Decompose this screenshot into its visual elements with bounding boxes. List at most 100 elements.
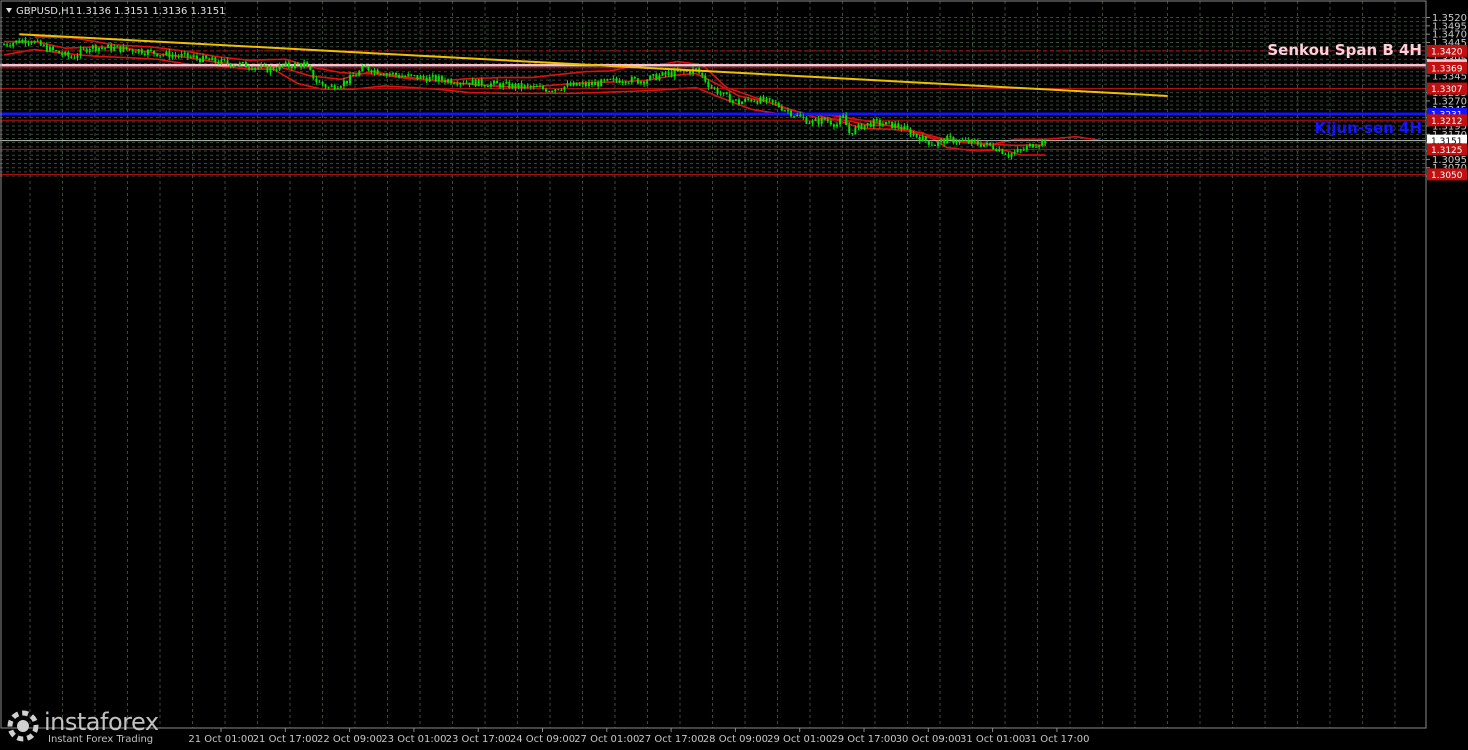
candle-body (894, 123, 897, 129)
candle-body (349, 75, 352, 84)
candle-body (434, 75, 437, 81)
candle-body (888, 121, 891, 123)
ohlc-readout: 1.3136 1.3151 1.3136 1.3151 (76, 6, 226, 17)
candle-body (300, 63, 303, 68)
candle-body (937, 141, 940, 146)
candle-body (385, 73, 388, 76)
time-tick-label: 27 Oct 17:00 (638, 734, 703, 745)
candle-body (450, 79, 453, 84)
time-tick-label: 23 Oct 17:00 (446, 734, 511, 745)
candle-body (214, 57, 217, 63)
candle-body (21, 40, 24, 44)
time-tick-label: 21 Oct 17:00 (253, 734, 318, 745)
time-tick-label: 31 Oct 01:00 (960, 734, 1025, 745)
candle-body (489, 83, 492, 87)
candle-body (321, 81, 324, 85)
candle-body (943, 139, 946, 144)
candle-body (238, 62, 241, 66)
candle-body (826, 119, 829, 122)
candle-body (502, 83, 505, 88)
candle-body (771, 99, 774, 103)
candle-body (437, 76, 440, 81)
candle-body (205, 55, 208, 59)
candle-body (930, 144, 933, 146)
candle-body (860, 124, 863, 130)
candle-body (765, 98, 768, 102)
candle-body (342, 80, 345, 87)
candle-body (591, 82, 593, 85)
candle-body (924, 136, 927, 141)
candle-body (750, 99, 753, 102)
candle-body (728, 94, 731, 103)
candle-body (401, 76, 404, 78)
candle-body (851, 132, 854, 135)
candle-body (523, 85, 526, 89)
candle-body (156, 53, 159, 57)
candle-body (587, 82, 590, 86)
candle-body (58, 50, 61, 54)
candle-body (557, 89, 560, 91)
candle-body (545, 88, 548, 92)
candle-body (845, 115, 848, 126)
candle-body (747, 98, 750, 100)
candle-body (701, 72, 704, 76)
candle-body (211, 57, 214, 61)
candle-body (150, 49, 152, 51)
candle-body (581, 82, 584, 85)
candle-body (958, 140, 961, 143)
candle-body (183, 52, 186, 54)
candle-body (36, 40, 39, 42)
candle-body (493, 80, 495, 84)
candle-body (358, 71, 361, 76)
candle-body (606, 78, 609, 81)
candle-body (97, 47, 100, 51)
candle-body (15, 40, 18, 43)
candle-body (820, 117, 823, 124)
candle-body (866, 122, 869, 126)
candle-body (940, 139, 943, 142)
candle-body (912, 133, 915, 136)
candle-body (208, 58, 211, 61)
candle-body (24, 40, 27, 44)
candle-body (391, 72, 394, 74)
candle-body (303, 62, 306, 68)
candle-body (777, 102, 780, 108)
candle-body (1007, 154, 1010, 157)
candle-body (857, 124, 860, 128)
price-badge-text: 1.3125 (1431, 146, 1463, 156)
candle-body (575, 82, 578, 86)
candle-body (444, 80, 446, 83)
candle-body (113, 47, 116, 51)
candle-body (667, 72, 670, 75)
candle-body (704, 75, 707, 82)
candle-body (162, 54, 165, 56)
candle-body (333, 85, 336, 90)
watermark: instaforex Instant Forex Trading (2, 705, 180, 749)
candle-body (346, 80, 348, 84)
candle-body (695, 68, 698, 70)
candle-body (395, 72, 397, 76)
candle-body (364, 66, 367, 68)
candle-body (94, 45, 97, 51)
candle-body (82, 48, 85, 50)
candle-body (260, 65, 263, 68)
candle-body (817, 119, 820, 124)
candle-body (465, 82, 468, 84)
candle-body (263, 65, 266, 67)
candle-body (453, 83, 456, 85)
candle-body (906, 126, 909, 130)
candle-body (137, 49, 140, 53)
candle-body (624, 81, 627, 84)
candle-body (281, 64, 284, 66)
candle-body (143, 53, 146, 55)
candle-body (107, 44, 110, 48)
candle-body (832, 124, 835, 127)
candle-body (134, 51, 137, 53)
price-chart[interactable]: 1.35201.34951.34701.34451.33951.33451.32… (0, 0, 1468, 750)
candle-body (869, 122, 872, 127)
candle-body (967, 139, 970, 144)
candle-body (468, 82, 471, 85)
candle-body (471, 79, 474, 85)
candle-body (759, 97, 762, 104)
candle-body (140, 49, 143, 54)
